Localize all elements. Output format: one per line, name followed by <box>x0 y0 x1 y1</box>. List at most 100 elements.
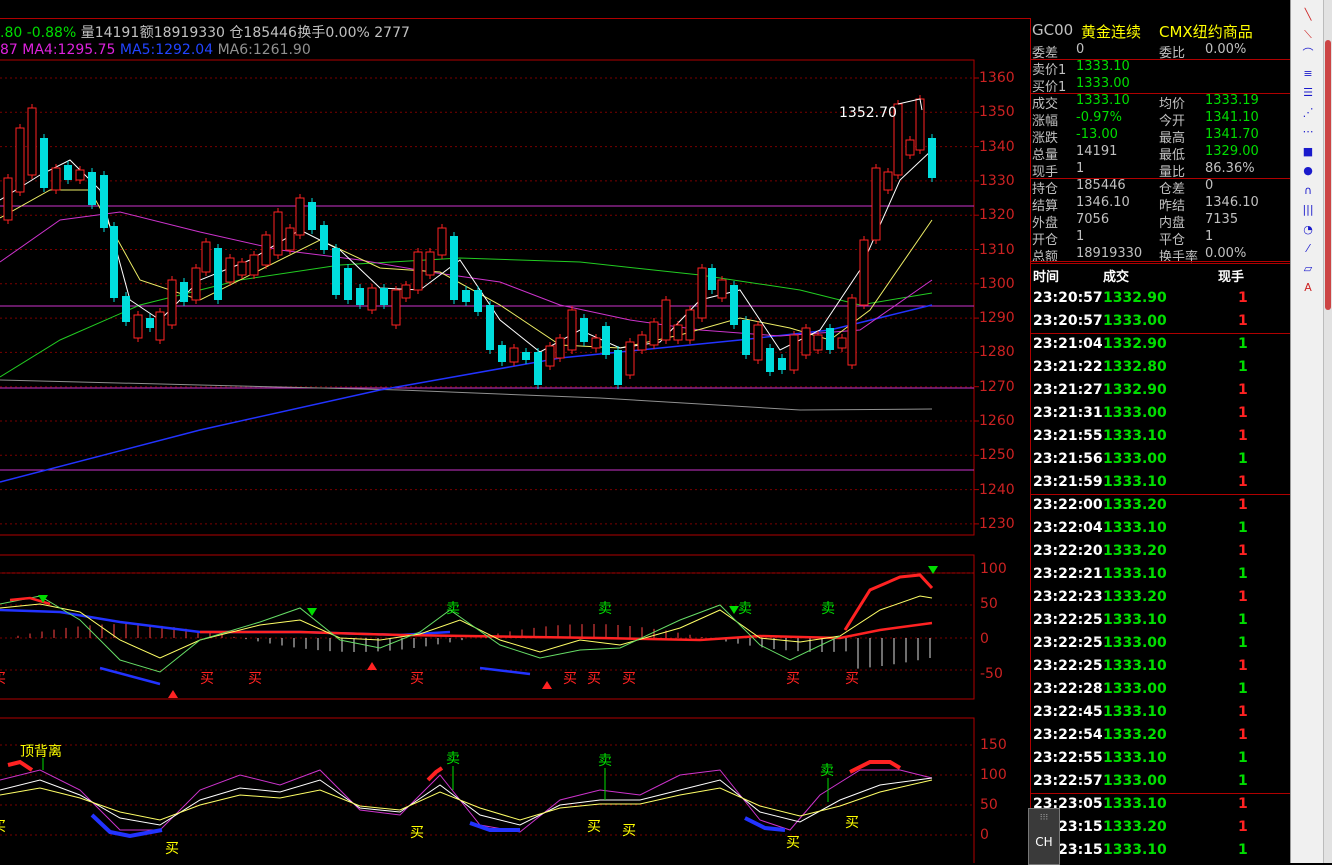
ime-indicator[interactable]: ⁝⁝⁝ CH <box>1028 808 1060 865</box>
buy-signal-label: 买 <box>0 668 6 688</box>
candle-body <box>225 257 235 283</box>
candle-body <box>356 288 364 305</box>
candle-body <box>789 334 799 371</box>
candle-body <box>567 309 577 351</box>
tick-row[interactable]: 23:22:45 1333.10 1 <box>1030 701 1290 724</box>
arc-tool-icon[interactable]: ⌒ <box>1299 47 1317 61</box>
kdj-blue-low-2 <box>469 821 520 832</box>
tick-price: 1332.90 <box>1103 382 1167 398</box>
buy-signal-label: 买 <box>0 816 6 836</box>
tick-row[interactable]: 23:21:27 1332.90 1 <box>1030 379 1290 402</box>
buy-signal-label: 买 <box>563 671 577 687</box>
sell-signal-label: 卖 <box>598 753 612 769</box>
scroll-thumb[interactable] <box>1325 40 1331 310</box>
tick-price: 1332.90 <box>1103 336 1167 352</box>
tick-row[interactable]: 23:23:15 1333.20 1 <box>1030 816 1290 839</box>
tick-row[interactable]: 23:21:56 1333.00 1 <box>1030 448 1290 471</box>
line-tool-icon[interactable]: ╲ <box>1299 8 1317 22</box>
quote-row: 开仓 1 平仓 1 <box>1030 229 1290 248</box>
quote-row: 总量 14191 最低 1329.00 <box>1030 144 1290 163</box>
tick-row[interactable]: 23:21:59 1333.10 1 <box>1030 471 1290 494</box>
tick-time: 23:22:04 <box>1033 520 1103 536</box>
quote-value: 0.00% <box>1205 246 1247 261</box>
tick-row[interactable]: 23:22:28 1333.00 1 <box>1030 678 1290 701</box>
tick-row[interactable]: 23:23:15 1333.10 1 <box>1030 839 1290 862</box>
candle-body <box>133 314 143 339</box>
parallel-lines-icon[interactable]: ≡ <box>1299 67 1317 81</box>
buy-triangle-1 <box>168 690 178 698</box>
candle-body <box>498 345 506 362</box>
candle-body <box>320 225 328 250</box>
macd-panel-frame <box>0 554 975 700</box>
candle-body <box>75 169 85 181</box>
candle-body <box>673 324 683 341</box>
tick-row[interactable]: 23:20:57 1332.90 1 <box>1030 287 1290 310</box>
sell-signal-label: 卖 <box>446 601 460 617</box>
price-tick: 1230 <box>979 515 1015 532</box>
tick-time: 23:22:57 <box>1033 773 1103 789</box>
quote-row: 外盘 7056 内盘 7135 <box>1030 212 1290 231</box>
candle-body <box>753 324 763 361</box>
tick-row[interactable]: 23:22:25 1333.00 1 <box>1030 632 1290 655</box>
tick-row[interactable]: 23:22:21 1333.10 1 <box>1030 563 1290 586</box>
quote-value: 1333.00 <box>1076 76 1130 91</box>
quote-value: 86.36% <box>1205 161 1255 176</box>
tick-row[interactable]: 23:20:57 1333.00 1 <box>1030 310 1290 333</box>
cycle-icon[interactable]: ◔ <box>1299 223 1317 237</box>
text-tool-icon[interactable]: A <box>1299 281 1317 295</box>
tick-row[interactable]: 23:22:54 1333.20 1 <box>1030 724 1290 747</box>
tick-price: 1333.20 <box>1103 589 1167 605</box>
tick-row[interactable]: 23:21:04 1332.90 1 <box>1030 333 1290 356</box>
tick-row[interactable]: 23:22:25 1333.10 1 <box>1030 655 1290 678</box>
tick-row[interactable]: 23:22:25 1333.10 1 <box>1030 609 1290 632</box>
tick-price: 1333.10 <box>1103 842 1167 858</box>
kdj-red-high-2 <box>426 766 444 782</box>
tick-row[interactable]: 23:22:57 1333.00 1 <box>1030 770 1290 793</box>
tick-row[interactable]: 23:22:23 1333.20 1 <box>1030 586 1290 609</box>
pen-icon[interactable]: ⁄ <box>1299 242 1317 256</box>
tick-row[interactable]: 23:21:55 1333.10 1 <box>1030 425 1290 448</box>
bars-icon[interactable]: ||| <box>1299 203 1317 217</box>
tick-row[interactable]: 23:23:05 1333.10 1 <box>1030 793 1290 816</box>
contract-name: 黄金连续 <box>1081 23 1142 41</box>
tick-row[interactable]: 23:21:31 1333.00 1 <box>1030 402 1290 425</box>
tick-volume: 1 <box>1238 451 1248 467</box>
candle-body <box>100 175 108 228</box>
fibonacci-icon[interactable]: ☰ <box>1299 86 1317 100</box>
tick-time: 23:20:57 <box>1033 290 1103 306</box>
tick-row[interactable]: 23:22:00 1333.20 1 <box>1030 494 1290 517</box>
ime-label: CH <box>1035 835 1053 849</box>
candle-body <box>614 350 622 385</box>
candle-body <box>237 261 247 276</box>
eraser-icon[interactable]: ▱ <box>1299 262 1317 276</box>
candle-body <box>261 234 271 266</box>
tick-price: 1333.20 <box>1103 819 1167 835</box>
toolbar-scrollbar[interactable] <box>1323 0 1332 863</box>
tick-row[interactable]: 23:22:04 1333.10 1 <box>1030 517 1290 540</box>
fan-lines-icon[interactable]: ⋰ <box>1299 106 1317 120</box>
kdj-tick-0: 0 <box>980 827 989 843</box>
candle-body <box>146 318 154 328</box>
chart-area[interactable]: .80 -0.88% 量14191 额18919330 仓185446 换手0.… <box>0 0 1030 863</box>
wave-icon[interactable]: ∩ <box>1299 184 1317 198</box>
candle-body <box>214 248 222 300</box>
quote-value: 0 <box>1205 178 1214 193</box>
quote-value: -13.00 <box>1076 127 1118 142</box>
kdj-tick-100: 100 <box>980 767 1007 783</box>
ray-tool-icon[interactable]: ⟍ <box>1299 28 1317 42</box>
tick-row[interactable]: 23:21:22 1332.80 1 <box>1030 356 1290 379</box>
macd-tick-100: 100 <box>980 561 1007 577</box>
tick-volume: 1 <box>1238 612 1248 628</box>
ellipse-icon[interactable]: ● <box>1299 164 1317 178</box>
candle-body <box>27 107 37 176</box>
contract-code: GC00 <box>1032 21 1074 39</box>
gann-icon[interactable]: ⋯ <box>1299 125 1317 139</box>
quote-row: 涨幅 -0.97% 今开 1341.10 <box>1030 110 1290 129</box>
tick-row[interactable]: 23:22:20 1333.20 1 <box>1030 540 1290 563</box>
kline-chart[interactable] <box>0 0 1030 863</box>
quote-value: 1333.19 <box>1205 93 1259 108</box>
tick-row[interactable]: 23:22:55 1333.10 1 <box>1030 747 1290 770</box>
rectangle-icon[interactable]: ■ <box>1299 145 1317 159</box>
buy-signal-label: 买 <box>786 835 800 851</box>
macd-tick-0: 0 <box>980 631 989 647</box>
